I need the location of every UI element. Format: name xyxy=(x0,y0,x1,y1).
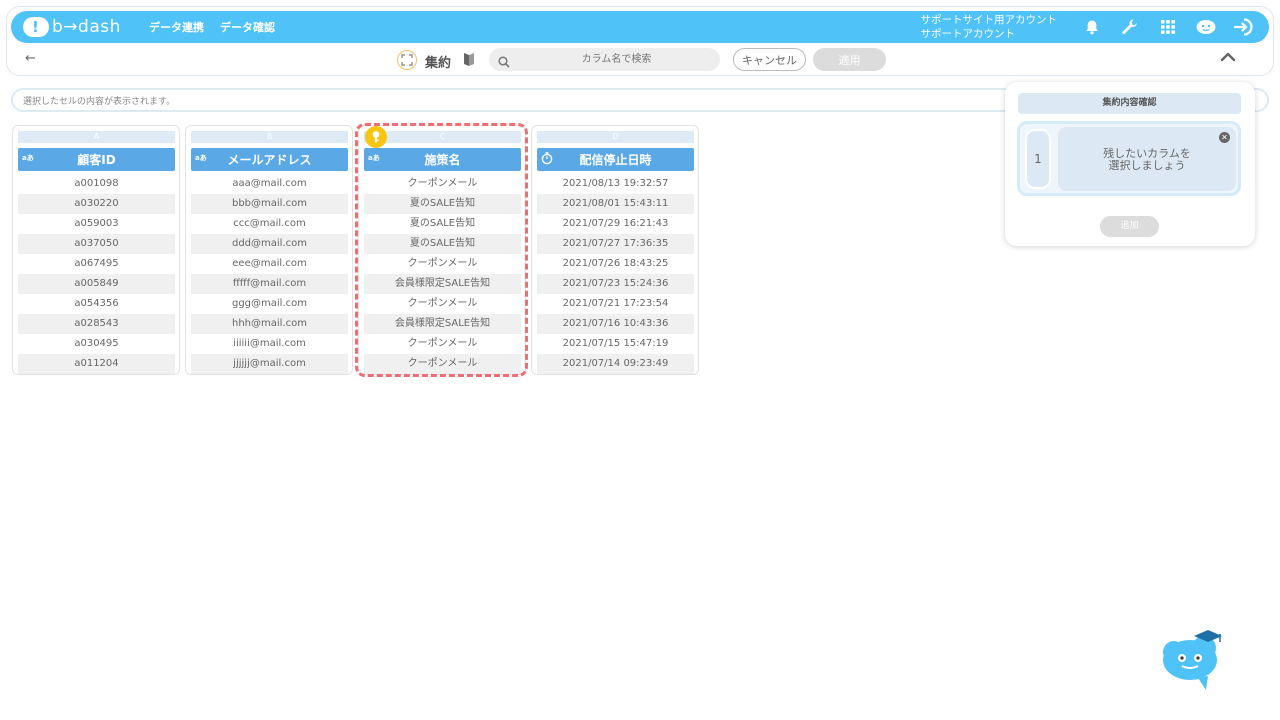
column-card: B aあ メールアドレス aaa@mail.com bbb@mail.com c… xyxy=(185,125,353,375)
cell[interactable]: bbb@mail.com xyxy=(191,194,348,214)
column-header[interactable]: 配信停止日時 xyxy=(537,148,694,171)
search-input[interactable] xyxy=(519,48,714,71)
aggregation-panel: 集約内容確認 1 残したいカラムを 選択しましょう ✕ 追加 xyxy=(1005,82,1255,246)
aggregation-group: 1 残したいカラムを 選択しましょう ✕ xyxy=(1017,121,1241,196)
cell[interactable]: ccc@mail.com xyxy=(191,214,348,234)
cell-content-placeholder: 選択したセルの内容が表示されます。 xyxy=(23,97,176,107)
column-header[interactable]: aあ 顧客ID xyxy=(18,148,175,171)
cell[interactable]: jjjjjj@mail.com xyxy=(191,354,348,374)
cell[interactable]: クーポンメール xyxy=(364,254,521,274)
key-icon xyxy=(365,126,387,148)
cell[interactable]: 2021/07/21 17:23:54 xyxy=(537,294,694,314)
aggregate-icon xyxy=(397,50,417,70)
cell[interactable]: a059003 xyxy=(18,214,175,234)
wrench-icon[interactable] xyxy=(1111,11,1149,43)
column-name: 配信停止日時 xyxy=(579,153,652,167)
cell[interactable]: a030220 xyxy=(18,194,175,214)
account-name: サポートサイト用アカウント xyxy=(920,14,1058,26)
column-card: A aあ 顧客ID a001098 a030220 a059003 a03705… xyxy=(12,125,180,375)
account-info[interactable]: サポートサイト用アカウント サポートアカウント xyxy=(921,13,1058,41)
cell[interactable]: a030495 xyxy=(18,334,175,354)
cell[interactable]: a005849 xyxy=(18,274,175,294)
logo-text: b→dash xyxy=(52,17,121,37)
cell[interactable]: a028543 xyxy=(18,314,175,334)
group-number: 1 xyxy=(1025,129,1051,189)
cell[interactable]: a067495 xyxy=(18,254,175,274)
logo-icon xyxy=(23,17,49,37)
logout-icon[interactable] xyxy=(1225,11,1263,43)
cell[interactable]: eee@mail.com xyxy=(191,254,348,274)
nav-link-data-confirm[interactable]: データ確認 xyxy=(220,19,275,35)
cell[interactable]: a001098 xyxy=(18,174,175,194)
cell[interactable]: クーポンメール xyxy=(364,334,521,354)
column-letter: C xyxy=(364,131,521,143)
mascot-icon[interactable] xyxy=(1160,626,1228,696)
column-letter: D xyxy=(537,131,694,143)
column-header[interactable]: aあ 施策名 xyxy=(364,148,521,171)
cell[interactable]: クーポンメール xyxy=(364,354,521,374)
text-type-icon: aあ xyxy=(195,154,207,162)
column-letter: B xyxy=(191,131,348,143)
page-title: 集約 xyxy=(425,56,452,71)
clock-icon xyxy=(541,152,553,167)
cancel-button[interactable]: キャンセル xyxy=(733,48,806,71)
column-name: メールアドレス xyxy=(227,153,312,167)
panel-title: 集約内容確認 xyxy=(1018,93,1241,114)
cell[interactable]: 2021/08/01 15:43:11 xyxy=(537,194,694,214)
account-user: サポートアカウント xyxy=(920,28,1016,40)
cell[interactable]: 2021/07/27 17:36:35 xyxy=(537,234,694,254)
chevron-up-icon[interactable] xyxy=(1219,49,1237,68)
cell[interactable]: hhh@mail.com xyxy=(191,314,348,334)
cell[interactable]: 会員様限定SALE告知 xyxy=(364,314,521,334)
text-type-icon: aあ xyxy=(368,154,380,162)
cell[interactable]: 2021/08/13 19:32:57 xyxy=(537,174,694,194)
column-name: 施策名 xyxy=(424,153,461,167)
cell[interactable]: 2021/07/26 18:43:25 xyxy=(537,254,694,274)
user-icon[interactable] xyxy=(1187,11,1225,43)
apply-button[interactable]: 適用 xyxy=(813,48,886,71)
cell[interactable]: ddd@mail.com xyxy=(191,234,348,254)
cell[interactable]: クーポンメール xyxy=(364,294,521,314)
cell[interactable]: 夏のSALE告知 xyxy=(364,214,521,234)
cell[interactable]: a011204 xyxy=(18,354,175,374)
column-card: C aあ 施策名 クーポンメール 夏のSALE告知 夏のSALE告知 夏のSAL… xyxy=(358,125,526,375)
cell[interactable]: 2021/07/23 15:24:36 xyxy=(537,274,694,294)
column-card: D 配信停止日時 2021/08/13 19:32:57 2021/08/01 … xyxy=(531,125,699,375)
cell[interactable]: a054356 xyxy=(18,294,175,314)
search-icon xyxy=(498,53,510,72)
cell[interactable]: 夏のSALE告知 xyxy=(364,234,521,254)
grid-icon[interactable] xyxy=(1149,11,1187,43)
cell[interactable]: 2021/07/29 16:21:43 xyxy=(537,214,694,234)
back-arrow-icon[interactable]: ← xyxy=(25,51,36,66)
cell[interactable]: クーポンメール xyxy=(364,174,521,194)
column-search xyxy=(489,48,720,71)
add-button[interactable]: 追加 xyxy=(1100,216,1159,237)
close-icon[interactable]: ✕ xyxy=(1219,132,1230,143)
logo[interactable]: b→dash xyxy=(23,17,133,37)
book-icon[interactable] xyxy=(463,51,475,71)
cell[interactable]: aaa@mail.com xyxy=(191,174,348,194)
cell[interactable]: 会員様限定SALE告知 xyxy=(364,274,521,294)
cell[interactable]: 2021/07/14 09:23:49 xyxy=(537,354,694,374)
toolbar: ← 集約 キャンセル 適用 xyxy=(11,46,1269,74)
cell[interactable]: ggg@mail.com xyxy=(191,294,348,314)
drop-hint-line2: 選択しましょう xyxy=(1108,159,1186,172)
column-letter: A xyxy=(18,131,175,143)
column-name: 顧客ID xyxy=(77,153,116,167)
cell[interactable]: iiiiii@mail.com xyxy=(191,334,348,354)
column-header[interactable]: aあ メールアドレス xyxy=(191,148,348,171)
cell[interactable]: fffff@mail.com xyxy=(191,274,348,294)
nav-link-data-integration[interactable]: データ連携 xyxy=(149,19,204,35)
bell-icon[interactable] xyxy=(1073,11,1111,43)
top-nav: b→dash データ連携 データ確認 サポートサイト用アカウント サポートアカウ… xyxy=(11,11,1269,43)
cell[interactable]: 2021/07/15 15:47:19 xyxy=(537,334,694,354)
cell[interactable]: a037050 xyxy=(18,234,175,254)
text-type-icon: aあ xyxy=(22,154,34,162)
cell[interactable]: 夏のSALE告知 xyxy=(364,194,521,214)
column-drop-zone[interactable]: 残したいカラムを 選択しましょう ✕ xyxy=(1058,127,1236,191)
cell[interactable]: 2021/07/16 10:43:36 xyxy=(537,314,694,334)
